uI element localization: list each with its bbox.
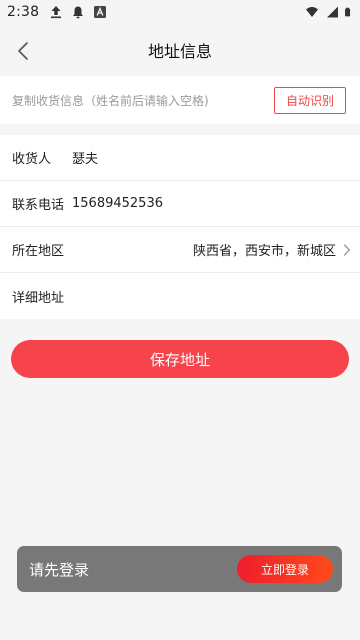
chevron-left-icon	[18, 42, 28, 60]
notification-bell-icon	[73, 6, 84, 19]
login-now-button[interactable]: 立即登录	[237, 555, 333, 583]
status-icons-right	[304, 5, 354, 19]
status-time: 2:38	[7, 4, 40, 20]
detail-address-label: 详细地址	[12, 290, 65, 306]
phone-row[interactable]: 联系电话 15689452536	[0, 181, 360, 227]
page-title: 地址信息	[147, 42, 212, 61]
paste-address-input[interactable]: 复制收货信息（姓名前后请输入空格)	[12, 92, 274, 109]
app-a-icon	[94, 6, 107, 18]
upload-icon	[51, 6, 62, 19]
address-form: 收货人 瑟夫 联系电话 15689452536 所在地区 陕西省，西安市，新城区…	[0, 135, 360, 319]
chevron-right-icon	[343, 243, 351, 256]
receiver-label: 收货人	[12, 152, 52, 167]
receiver-row[interactable]: 收货人 瑟夫	[0, 135, 360, 181]
signal-icon	[327, 6, 338, 18]
battery-icon	[345, 7, 351, 17]
paste-address-card: 复制收货信息（姓名前后请输入空格) 自动识别	[0, 76, 360, 124]
app-header: 地址信息	[0, 24, 360, 76]
phone-input[interactable]: 15689452536	[72, 196, 163, 211]
status-icons-left	[49, 5, 107, 19]
detail-address-row[interactable]: 详细地址	[0, 273, 360, 319]
login-prompt-text: 请先登录	[29, 560, 90, 579]
region-value[interactable]: 陕西省，西安市，新城区	[193, 240, 336, 259]
login-prompt-bar: 请先登录 立即登录	[17, 546, 342, 592]
phone-label: 联系电话	[12, 198, 65, 213]
receiver-input[interactable]: 瑟夫	[72, 148, 98, 167]
status-bar: 2:38	[0, 0, 360, 24]
wifi-icon	[306, 7, 318, 18]
region-label: 所在地区	[12, 244, 65, 259]
auto-recognize-button[interactable]: 自动识别	[274, 86, 346, 114]
back-button[interactable]	[10, 38, 36, 64]
save-address-button[interactable]: 保存地址	[11, 340, 349, 378]
region-row[interactable]: 所在地区 陕西省，西安市，新城区	[0, 227, 360, 273]
